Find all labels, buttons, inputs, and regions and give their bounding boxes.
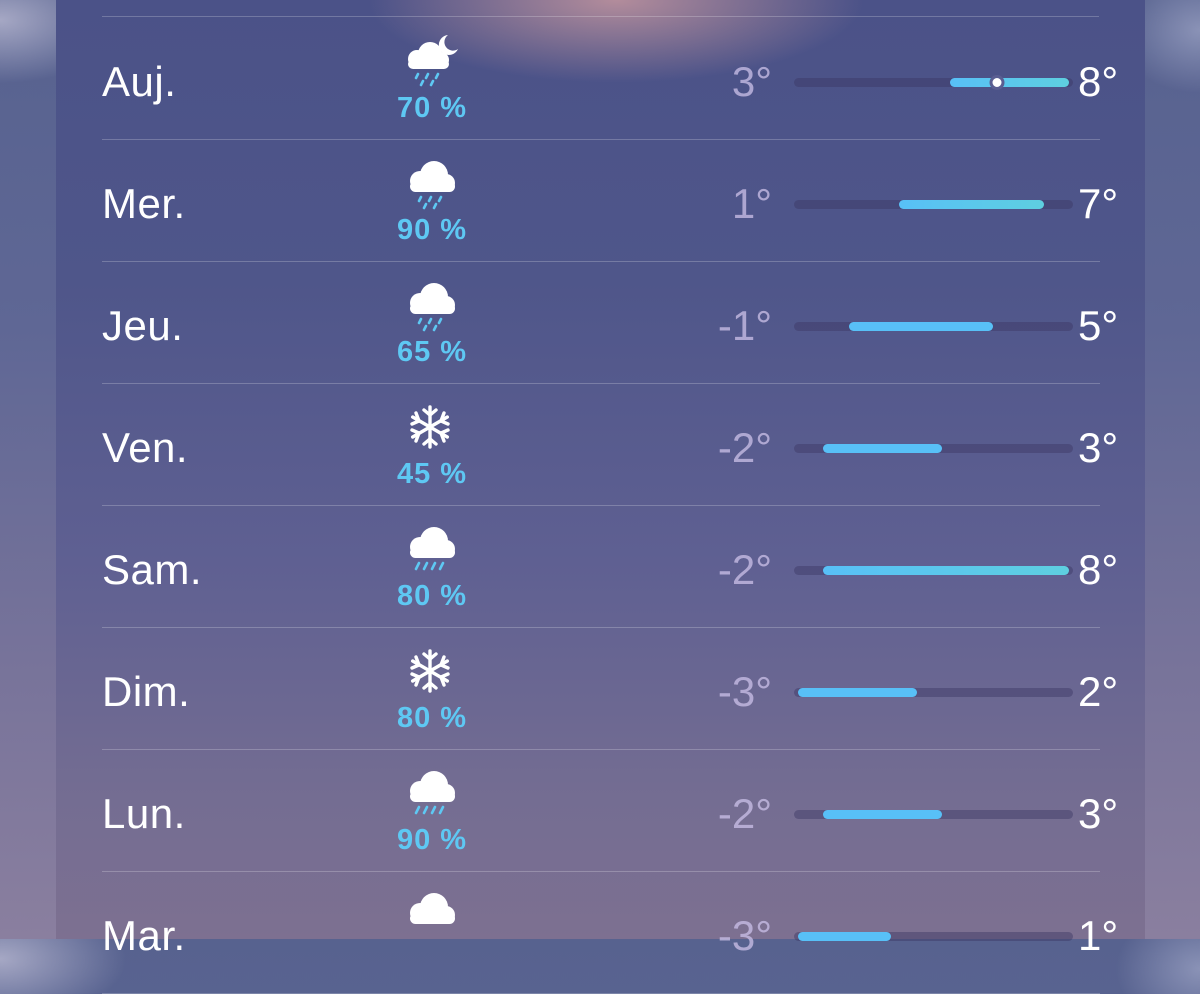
low-temperature: -3° [717, 912, 772, 959]
low-temperature: -3° [717, 668, 772, 715]
cloud-icon [398, 883, 462, 947]
high-temperature: 1° [1078, 912, 1119, 959]
day-label: Sam. [102, 546, 203, 593]
temperature-range-fill [848, 322, 993, 331]
low-temperature: -2° [717, 424, 772, 471]
precipitation-chance: 80 % [396, 580, 468, 612]
forecast-row[interactable]: Mer. 90 % 1° 7° [102, 139, 1118, 262]
high-temperature: 2° [1078, 668, 1119, 715]
day-label: Mer. [102, 180, 186, 227]
temperature-range-bar [794, 322, 1073, 331]
current-temperature-marker [989, 75, 1005, 90]
high-temperature: 3° [1078, 790, 1119, 837]
day-label: Mar. [102, 912, 186, 959]
temperature-range-bar [794, 200, 1073, 209]
low-temperature: 3° [731, 58, 772, 105]
high-temperature: 8° [1078, 58, 1119, 105]
temperature-range-fill [823, 566, 1069, 575]
cloud-moon-rain-icon [398, 29, 462, 93]
temperature-range-fill [823, 444, 943, 453]
temperature-range-fill [899, 200, 1044, 209]
temperature-range-bar [794, 932, 1073, 941]
day-label: Jeu. [102, 302, 184, 349]
low-temperature: -1° [717, 302, 772, 349]
cloud-heavy-rain-icon [398, 761, 462, 825]
forecast-row[interactable]: Dim. 80 % -3° 2° [102, 627, 1118, 750]
cloud-rain-icon [398, 151, 462, 215]
precipitation-chance: 90 % [396, 214, 468, 246]
temperature-range-fill [950, 78, 1069, 87]
high-temperature: 3° [1078, 424, 1119, 471]
snowflake-icon [398, 395, 462, 459]
temperature-range-bar [794, 75, 1073, 90]
forecast-row[interactable]: Ven. 45 % -2° 3° [102, 383, 1118, 506]
day-label: Ven. [102, 424, 189, 471]
precipitation-chance: 90 % [396, 824, 468, 856]
cloud-heavy-rain-icon [398, 517, 462, 581]
temperature-range-fill [823, 810, 943, 819]
forecast-row[interactable]: Auj. 70 % 3° 8° [102, 17, 1118, 140]
snowflake-icon [398, 639, 462, 703]
temperature-range-bar [794, 566, 1073, 575]
temperature-range-bar [794, 688, 1073, 697]
forecast-panel: Auj. 70 % 3° 8° Mer. 90 % 1° 7° Jeu. 65 % -1° 5° Ven… [56, 0, 1145, 994]
precipitation-chance: 80 % [396, 702, 468, 734]
forecast-row[interactable]: Jeu. 65 % -1° 5° [102, 261, 1118, 384]
low-temperature: -2° [717, 790, 772, 837]
high-temperature: 7° [1078, 180, 1119, 227]
day-label: Lun. [102, 790, 186, 837]
cloud-rain-icon [398, 273, 462, 337]
forecast-row[interactable]: Mar. -3° 1° [102, 871, 1118, 994]
precipitation-chance: 45 % [396, 458, 468, 490]
temperature-range-fill [798, 932, 892, 941]
temperature-range-fill [798, 688, 917, 697]
forecast-row[interactable]: Sam. 80 % -2° 8° [102, 505, 1118, 628]
temperature-range-bar [794, 810, 1073, 819]
day-label: Auj. [102, 58, 177, 105]
forecast-row[interactable]: Lun. 90 % -2° 3° [102, 749, 1118, 872]
day-label: Dim. [102, 668, 191, 715]
precipitation-chance: 70 % [396, 92, 468, 124]
temperature-range-bar [794, 444, 1073, 453]
precipitation-chance: 65 % [396, 336, 468, 368]
low-temperature: -2° [717, 546, 772, 593]
high-temperature: 5° [1078, 302, 1119, 349]
high-temperature: 8° [1078, 546, 1119, 593]
low-temperature: 1° [731, 180, 772, 227]
